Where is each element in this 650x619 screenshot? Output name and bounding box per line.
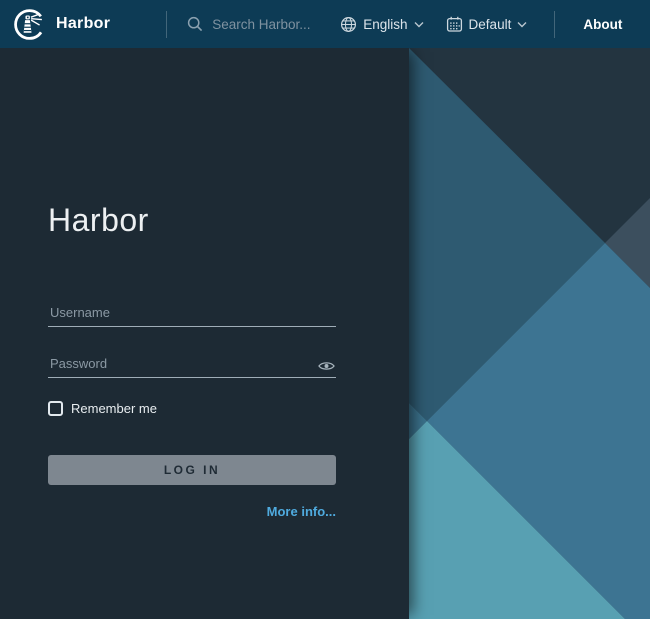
navbar-search — [187, 16, 340, 33]
brand-home-link[interactable]: Harbor — [13, 8, 110, 41]
globe-icon — [340, 16, 357, 33]
navbar-divider — [554, 11, 555, 38]
theme-dropdown[interactable]: Default — [446, 16, 528, 33]
top-navbar: Harbor English — [0, 0, 650, 48]
brand-title: Harbor — [56, 15, 110, 33]
harbor-lighthouse-logo-icon — [13, 8, 46, 41]
calendar-grid-icon — [446, 16, 463, 33]
password-input[interactable] — [48, 354, 336, 377]
chevron-down-icon — [517, 21, 527, 28]
page-title: Harbor — [48, 202, 336, 238]
remember-me-label[interactable]: Remember me — [71, 401, 157, 416]
login-button[interactable]: LOG IN — [48, 455, 336, 485]
login-panel: Harbor Remember me LOG IN More — [0, 48, 409, 619]
search-input[interactable] — [210, 16, 340, 33]
username-input[interactable] — [48, 303, 336, 326]
theme-label: Default — [469, 17, 512, 32]
more-info-link[interactable]: More info... — [267, 504, 336, 519]
more-info-row: More info... — [48, 503, 336, 521]
main-area: Harbor Remember me LOG IN More — [0, 48, 650, 619]
show-password-eye-icon[interactable] — [318, 360, 335, 372]
language-dropdown[interactable]: English — [340, 16, 423, 33]
login-form: Harbor Remember me LOG IN More — [48, 202, 336, 521]
language-label: English — [363, 17, 407, 32]
background-art — [409, 48, 650, 619]
about-link[interactable]: About — [583, 17, 622, 32]
navbar-divider — [166, 11, 167, 38]
username-field-wrapper — [48, 303, 336, 327]
chevron-down-icon — [414, 21, 424, 28]
password-field-wrapper — [48, 354, 336, 378]
remember-me-row: Remember me — [48, 401, 336, 416]
remember-me-checkbox[interactable] — [48, 401, 63, 416]
search-icon — [187, 16, 210, 32]
